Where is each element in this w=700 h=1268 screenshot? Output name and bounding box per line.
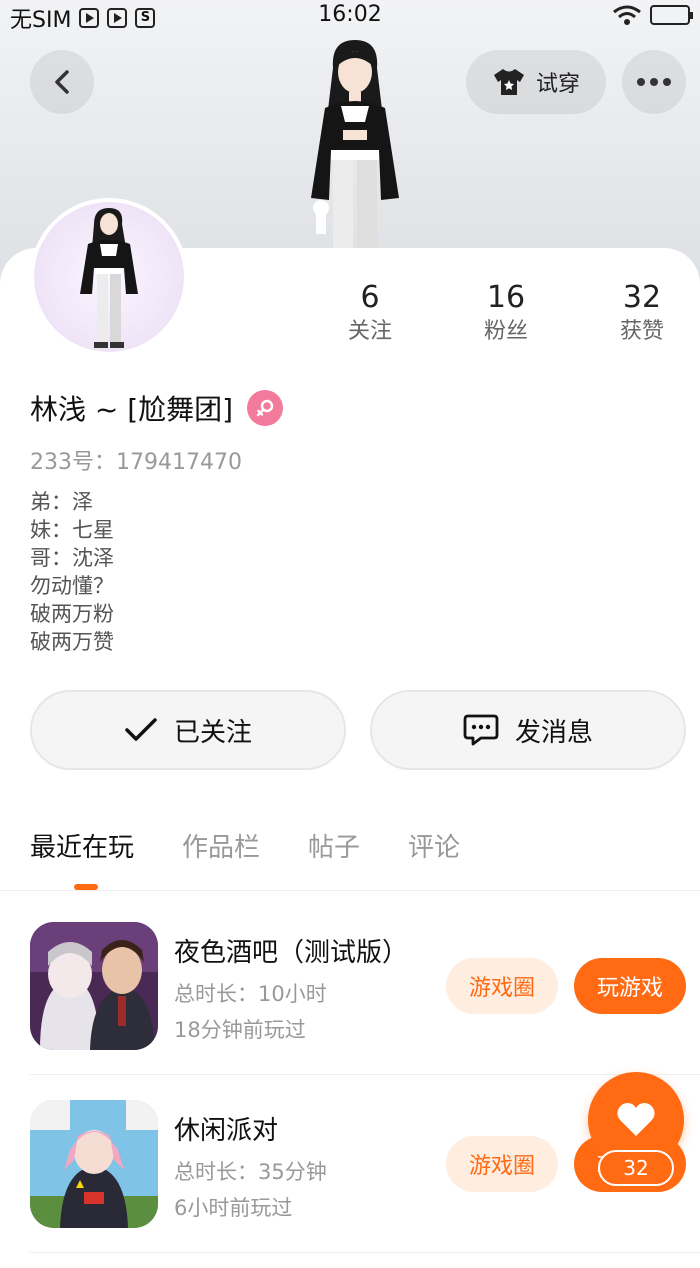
stat-likes-label: 获赞 xyxy=(619,319,664,344)
bio-line: 妹：七星 xyxy=(30,518,114,542)
stat-likes-count: 32 xyxy=(622,280,662,315)
send-message-button[interactable]: 发消息 xyxy=(370,690,686,770)
tshirt-icon xyxy=(493,69,524,95)
status-time: 16:02 xyxy=(318,2,382,27)
game-circle-button[interactable]: 游戏圈 xyxy=(446,1136,558,1192)
female-gender-icon xyxy=(247,390,284,426)
game-duration: 总时长：35分钟 xyxy=(174,1160,327,1184)
chat-bubble-icon xyxy=(463,714,499,746)
bio-line: 弟：泽 xyxy=(30,490,93,514)
bio-line: 勿动懂？ xyxy=(30,574,114,598)
try-on-label: 试穿 xyxy=(535,72,580,97)
status-right xyxy=(612,4,693,26)
stat-following-count: 6 xyxy=(360,280,380,315)
like-count-badge: 32 xyxy=(598,1150,674,1186)
game-title: 夜色酒吧（测试版） xyxy=(174,938,409,968)
tab-comments[interactable]: 评论 xyxy=(408,826,460,870)
more-dots-icon xyxy=(637,78,671,86)
game-circle-button[interactable]: 游戏圈 xyxy=(446,958,558,1014)
avatar[interactable] xyxy=(30,198,188,356)
stat-followers[interactable]: 16 粉丝 xyxy=(436,280,576,348)
followed-label: 已关注 xyxy=(173,717,252,748)
game-duration: 总时长：10小时 xyxy=(174,982,327,1006)
stat-followers-count: 16 xyxy=(486,280,526,315)
more-button[interactable] xyxy=(622,50,686,114)
wifi-icon xyxy=(613,5,641,25)
user-id-value: 179417470 xyxy=(116,450,242,475)
profile-name: 林浅 ~ [尬舞团] xyxy=(30,393,234,426)
bio-line: 破两万赞 xyxy=(30,630,114,654)
stat-followers-label: 粉丝 xyxy=(483,319,528,344)
game-list-item[interactable]: 夜色酒吧（测试版） 总时长：10小时 18分钟前玩过 游戏圈 玩游戏 xyxy=(30,922,700,1052)
game-icon-night-bar xyxy=(30,922,158,1050)
heart-icon xyxy=(617,1103,655,1136)
tabs-divider xyxy=(0,890,700,891)
bio-line: 破两万粉 xyxy=(30,602,114,626)
avatar-image xyxy=(34,202,184,352)
stat-following[interactable]: 6 关注 xyxy=(300,280,440,348)
stat-likes[interactable]: 32 获赞 xyxy=(572,280,700,348)
send-message-label: 发消息 xyxy=(514,717,593,748)
game-last-played: 18分钟前玩过 xyxy=(174,1018,306,1042)
user-id-label: 233号： xyxy=(30,450,116,475)
try-on-button[interactable]: 试穿 xyxy=(466,50,606,114)
avatar-3d-figure xyxy=(311,40,399,248)
play-game-button[interactable]: 玩游戏 xyxy=(574,958,686,1014)
tab-recently-played[interactable]: 最近在玩 xyxy=(30,826,134,870)
checkmark-icon xyxy=(125,718,157,741)
profile-bio: 弟：泽 妹：七星 哥：沈泽 勿动懂？ 破两万粉 破两万赞 xyxy=(30,488,114,656)
status-bar: 无SIM S 16:02 xyxy=(0,0,700,33)
tab-works[interactable]: 作品栏 xyxy=(182,826,260,870)
back-arrow-icon xyxy=(55,70,69,94)
game-icon-party xyxy=(30,1100,158,1228)
followed-button[interactable]: 已关注 xyxy=(30,690,346,770)
stat-following-label: 关注 xyxy=(347,319,392,344)
avatar-figure-thumbnail xyxy=(80,208,138,348)
bio-line: 哥：沈泽 xyxy=(30,546,114,570)
game-last-played: 6小时前玩过 xyxy=(174,1196,293,1220)
game-title: 休闲派对 xyxy=(174,1116,279,1146)
row-divider xyxy=(30,1252,700,1253)
profile-tabs: 最近在玩 作品栏 帖子 评论 xyxy=(30,826,508,870)
user-id: 233号：179417470 xyxy=(30,444,242,476)
row-divider xyxy=(30,1074,700,1075)
tab-posts[interactable]: 帖子 xyxy=(308,826,360,870)
battery-icon xyxy=(650,5,693,25)
name-row: 林浅 ~ [尬舞团] xyxy=(30,388,284,428)
back-button[interactable] xyxy=(30,50,94,114)
profile-stats: 6 关注 16 粉丝 32 获赞 xyxy=(300,280,700,360)
